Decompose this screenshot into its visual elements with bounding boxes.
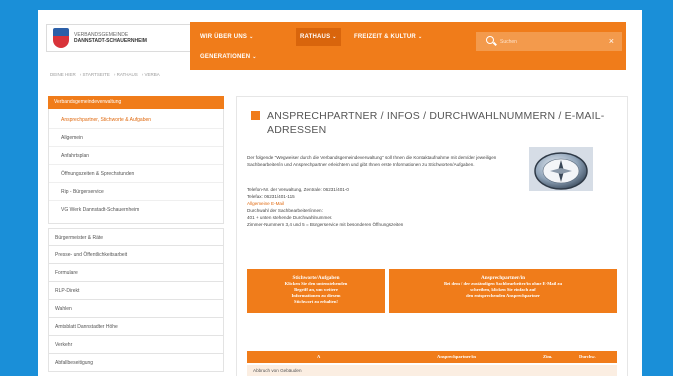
column-header-room: Zim. xyxy=(543,354,553,359)
compass-image xyxy=(529,147,593,191)
general-email-link[interactable]: Allgemeine E-Mail xyxy=(247,200,512,207)
sidebar-header[interactable]: Verbandsgemeindeverwaltung xyxy=(48,96,224,109)
sidebar-subitem-anfahrtsplan[interactable]: Anfahrtsplan xyxy=(49,147,223,165)
breadcrumb-item[interactable]: VERBA xyxy=(145,72,160,77)
sidebar-menu: Bürgermeister & Räte Presse- und Öffentl… xyxy=(48,228,224,372)
extension-heading: Durchwahl der Sachbearbeiter/innen: xyxy=(247,208,323,213)
title-marker-icon xyxy=(251,111,260,120)
chevron-down-icon: ⌄ xyxy=(332,34,337,40)
sidebar-submenu: Ansprechpartner, Stichworte & Aufgaben A… xyxy=(48,109,224,224)
sidebar: Verbandsgemeindeverwaltung Ansprechpartn… xyxy=(48,96,224,372)
table-row[interactable]: Abbruch von Gebäuden xyxy=(247,365,617,376)
sidebar-subitem-allgemein[interactable]: Allgemein xyxy=(49,129,223,147)
sidebar-subitem-buergerservice[interactable]: Rip - Bürgerservice xyxy=(49,183,223,201)
breadcrumb-item[interactable]: DEINE HIER xyxy=(50,72,76,77)
page-title: ANSPRECHPARTNER / INFOS / DURCHWAHLNUMME… xyxy=(267,110,605,136)
close-icon[interactable]: × xyxy=(609,35,614,47)
breadcrumb-item[interactable]: RATHAUS xyxy=(117,72,138,77)
search-icon[interactable] xyxy=(486,36,494,44)
crest-icon xyxy=(53,28,69,48)
sidebar-subitem-vg-werk[interactable]: VG Werk Dannstadt-Schauernheim xyxy=(49,201,223,219)
sidebar-item-presse[interactable]: Presse- und Öffentlichkeitsarbeit xyxy=(48,246,224,264)
sidebar-item-buergermeister[interactable]: Bürgermeister & Räte xyxy=(48,228,224,246)
site-logo[interactable]: VERBANDSGEMEINDE DANNSTADT-SCHAUERNHEIM xyxy=(46,24,194,52)
sidebar-subitem-ansprechpartner[interactable]: Ansprechpartner, Stichworte & Aufgaben xyxy=(49,111,223,129)
contact-column-header: Ansprechpartner/in Bei dem / der zuständ… xyxy=(389,269,617,313)
sidebar-item-verkehr[interactable]: Verkehr xyxy=(48,336,224,354)
nav-item-generationen[interactable]: GENERATIONEN ⌄ xyxy=(196,48,261,66)
logo-line-2: DANNSTADT-SCHAUERNHEIM xyxy=(74,38,147,44)
intro-paragraph: Der folgende "Wegweiser durch die Verban… xyxy=(247,155,497,167)
main-navigation: WIR ÜBER UNS ⌄ RATHAUS ⌄ FREIZEIT & KULTUR… xyxy=(190,22,626,70)
keywords-column-header: Stichworte/Aufgaben Klicken Sie den unte… xyxy=(247,269,385,313)
column-header-letter: A xyxy=(317,354,321,359)
sidebar-item-amtsblatt[interactable]: Amtsblatt Dannstadter Höhe xyxy=(48,318,224,336)
breadcrumb: DEINE HIER › STARTSEITE › RATHAUS › VERBA xyxy=(50,72,160,77)
nav-item-wir-ueber-uns[interactable]: WIR ÜBER UNS ⌄ xyxy=(196,28,257,46)
sidebar-item-wahlen[interactable]: Wahlen xyxy=(48,300,224,318)
search-box: × xyxy=(476,32,622,51)
breadcrumb-item[interactable]: STARTSEITE xyxy=(83,72,110,77)
sidebar-item-abfallbeseitigung[interactable]: Abfallbeseitigung xyxy=(48,354,224,372)
fax-number: Telefax: 06231/401-115 xyxy=(247,194,295,199)
site-header: VERBANDSGEMEINDE DANNSTADT-SCHAUERNHEIM … xyxy=(38,10,642,70)
contact-info: Telefon-Nr. der Verwaltung, Zentrale: 06… xyxy=(247,186,512,228)
sidebar-item-formulare[interactable]: Formulare xyxy=(48,264,224,282)
sidebar-subitem-oeffnungszeiten[interactable]: Öffnungszeiten & Sprechstunden xyxy=(49,165,223,183)
column-header-extension: Durchw. xyxy=(579,354,596,359)
chevron-down-icon: ⌄ xyxy=(417,34,423,40)
column-header-contact: Ansprechpartner/in xyxy=(437,354,476,359)
nav-item-freizeit-kultur[interactable]: FREIZEIT & KULTUR ⌄ xyxy=(350,28,426,46)
chevron-down-icon: ⌄ xyxy=(249,34,254,40)
sidebar-item-rlp-direkt[interactable]: RLP-Direkt xyxy=(48,282,224,300)
main-content: ANSPRECHPARTNER / INFOS / DURCHWAHLNUMME… xyxy=(236,96,628,376)
chevron-down-icon: ⌄ xyxy=(252,54,257,60)
table-header: A Ansprechpartner/in Zim. Durchw. xyxy=(247,351,617,363)
nav-item-rathaus[interactable]: RATHAUS ⌄ xyxy=(296,28,341,46)
extension-note: 401 + unten stehende Durchwahlnummer. xyxy=(247,215,333,220)
room-note: Zimmer-Nummern 3,4 und 5 = Bürgerservice… xyxy=(247,222,404,227)
search-input[interactable] xyxy=(500,35,590,48)
phone-central: Telefon-Nr. der Verwaltung, Zentrale: 06… xyxy=(247,187,349,192)
browser-page: VERBANDSGEMEINDE DANNSTADT-SCHAUERNHEIM … xyxy=(38,10,642,376)
